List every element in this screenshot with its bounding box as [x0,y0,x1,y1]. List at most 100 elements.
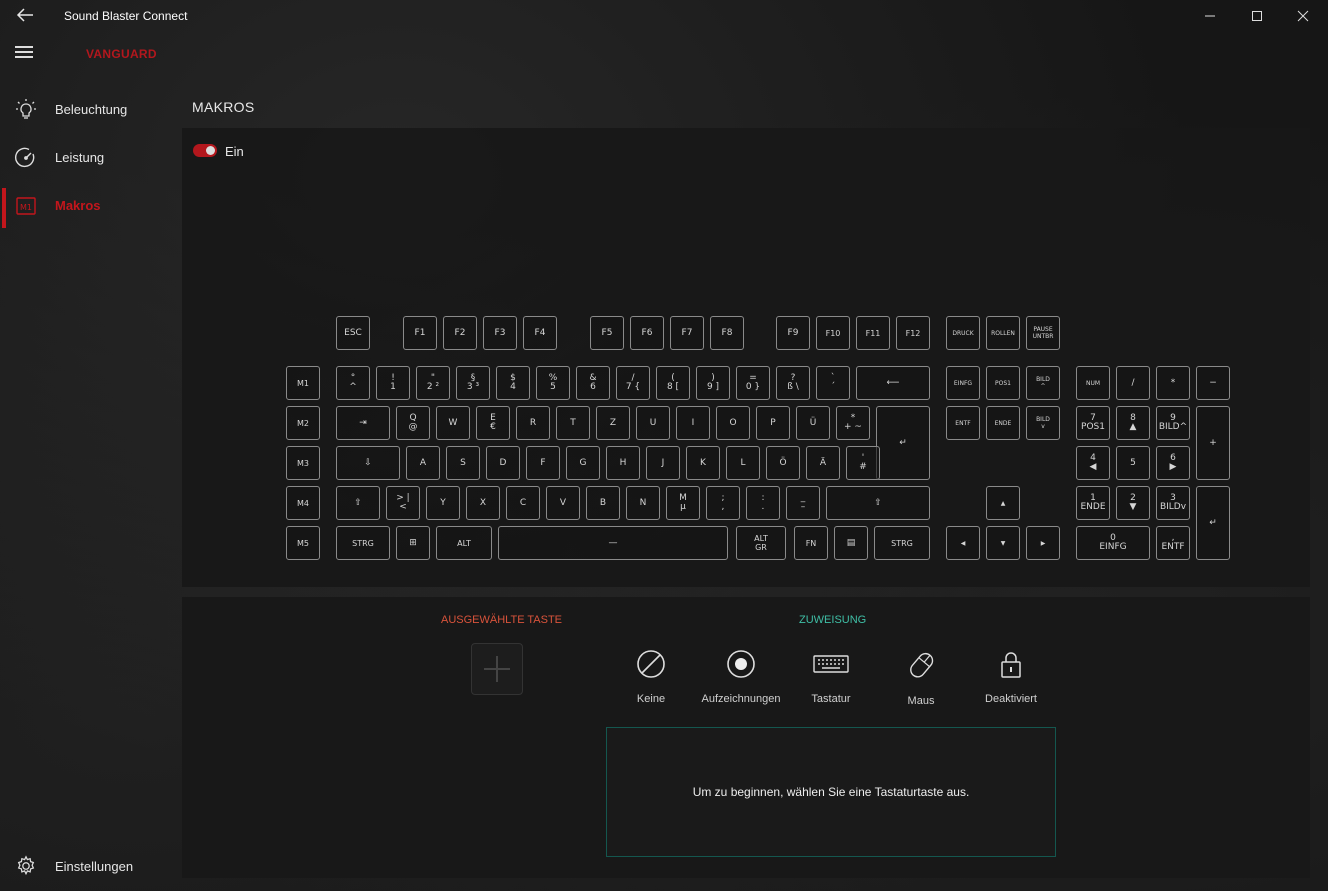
key[interactable]: ⇥ [336,406,390,440]
key[interactable]: / [1116,366,1150,400]
close-icon[interactable] [1293,8,1313,26]
key[interactable]: P [756,406,790,440]
key[interactable]: I [676,406,710,440]
key[interactable]: H [606,446,640,480]
key[interactable]: & 6 [576,366,610,400]
key[interactable]: W [436,406,470,440]
minimize-icon[interactable] [1200,8,1220,26]
key[interactable]: FN [794,526,828,560]
key[interactable]: M2 [286,406,320,440]
key[interactable]: DRUCK [946,316,980,350]
key[interactable]: 1 ENDE [1076,486,1110,520]
option-keine[interactable]: Keine [601,648,701,712]
key[interactable]: Y [426,486,460,520]
key[interactable]: Q @ [396,406,430,440]
key[interactable]: ▼ [986,526,1020,560]
key[interactable]: F4 [523,316,557,350]
key[interactable]: D [486,446,520,480]
key[interactable]: 9 BILD^ [1156,406,1190,440]
key[interactable]: 8 ▲ [1116,406,1150,440]
key[interactable]: ENTF [946,406,980,440]
key[interactable]: M4 [286,486,320,520]
option-maus[interactable]: Maus [871,648,971,712]
sidebar-item-makros[interactable]: M1 Makros [0,182,182,230]
key[interactable]: ALT GR [736,526,786,560]
key[interactable]: R [516,406,550,440]
key[interactable]: 5 [1116,446,1150,480]
key[interactable]: _ – [786,486,820,520]
key[interactable]: F11 [856,316,890,350]
key[interactable]: ' # [846,446,880,480]
key[interactable]: ⟵ [856,366,930,400]
key[interactable]: / 7 { [616,366,650,400]
key[interactable]: F7 [670,316,704,350]
key[interactable]: ( 8 [ [656,366,690,400]
key[interactable]: BILD v [1026,406,1060,440]
key[interactable]: ` ´ [816,366,850,400]
key[interactable]: M5 [286,526,320,560]
option-tastatur[interactable]: Tastatur [781,648,881,712]
key[interactable]: ° ^ [336,366,370,400]
key[interactable]: L [726,446,760,480]
key[interactable]: § 3 ³ [456,366,490,400]
key[interactable]: ⇧ [826,486,930,520]
key[interactable]: ALT [436,526,492,560]
key[interactable]: T [556,406,590,440]
key[interactable]: M µ [666,486,700,520]
key[interactable]: ? ß \ [776,366,810,400]
key[interactable]: = 0 } [736,366,770,400]
key[interactable]: F9 [776,316,810,350]
key[interactable]: ⇧ [336,486,380,520]
back-arrow-icon[interactable] [14,7,36,27]
key[interactable]: " 2 ² [416,366,450,400]
key[interactable]: $ 4 [496,366,530,400]
key[interactable]: S [446,446,480,480]
key[interactable]: + [1196,406,1230,480]
key[interactable]: N [626,486,660,520]
key[interactable]: ◀ [946,526,980,560]
key[interactable]: O [716,406,750,440]
key[interactable]: F10 [816,316,850,350]
option-deaktiviert[interactable]: Deaktiviert [961,648,1061,712]
option-aufzeichnungen[interactable]: Aufzeichnungen [691,648,791,712]
key[interactable]: 7 POS1 [1076,406,1110,440]
add-key-slot[interactable] [471,643,523,695]
key[interactable]: F3 [483,316,517,350]
key[interactable]: ↵ [1196,486,1230,560]
key[interactable]: J [646,446,680,480]
key[interactable]: F2 [443,316,477,350]
key[interactable]: F8 [710,316,744,350]
key[interactable]: C [506,486,540,520]
hamburger-menu-icon[interactable] [15,46,33,60]
key[interactable]: M3 [286,446,320,480]
key[interactable]: * + ~ [836,406,870,440]
key[interactable]: BILD ^ [1026,366,1060,400]
key[interactable]: A [406,446,440,480]
key[interactable]: E € [476,406,510,440]
key[interactable]: ⊞ [396,526,430,560]
key[interactable]: Ä [806,446,840,480]
key[interactable]: ROLLEN [986,316,1020,350]
key[interactable]: F12 [896,316,930,350]
key[interactable]: EINFG [946,366,980,400]
key[interactable]: F [526,446,560,480]
key[interactable]: F6 [630,316,664,350]
key[interactable]: B [586,486,620,520]
key[interactable]: 3 BILDv [1156,486,1190,520]
sidebar-item-beleuchtung[interactable]: Beleuchtung [0,86,182,134]
key[interactable]: 2 ▼ [1116,486,1150,520]
key[interactable]: STRG [336,526,390,560]
key[interactable]: 4 ◀ [1076,446,1110,480]
key[interactable]: M1 [286,366,320,400]
key[interactable]: − [1196,366,1230,400]
sidebar-item-leistung[interactable]: Leistung [0,134,182,182]
key[interactable]: ) 9 ] [696,366,730,400]
key[interactable]: , ENTF [1156,526,1190,560]
key[interactable]: ▲ [986,486,1020,520]
key[interactable]: ENDE [986,406,1020,440]
sidebar-item-einstellungen[interactable]: Einstellungen [0,842,182,890]
key[interactable]: STRG [874,526,930,560]
key[interactable]: POS1 [986,366,1020,400]
key[interactable]: U [636,406,670,440]
key[interactable]: Ö [766,446,800,480]
